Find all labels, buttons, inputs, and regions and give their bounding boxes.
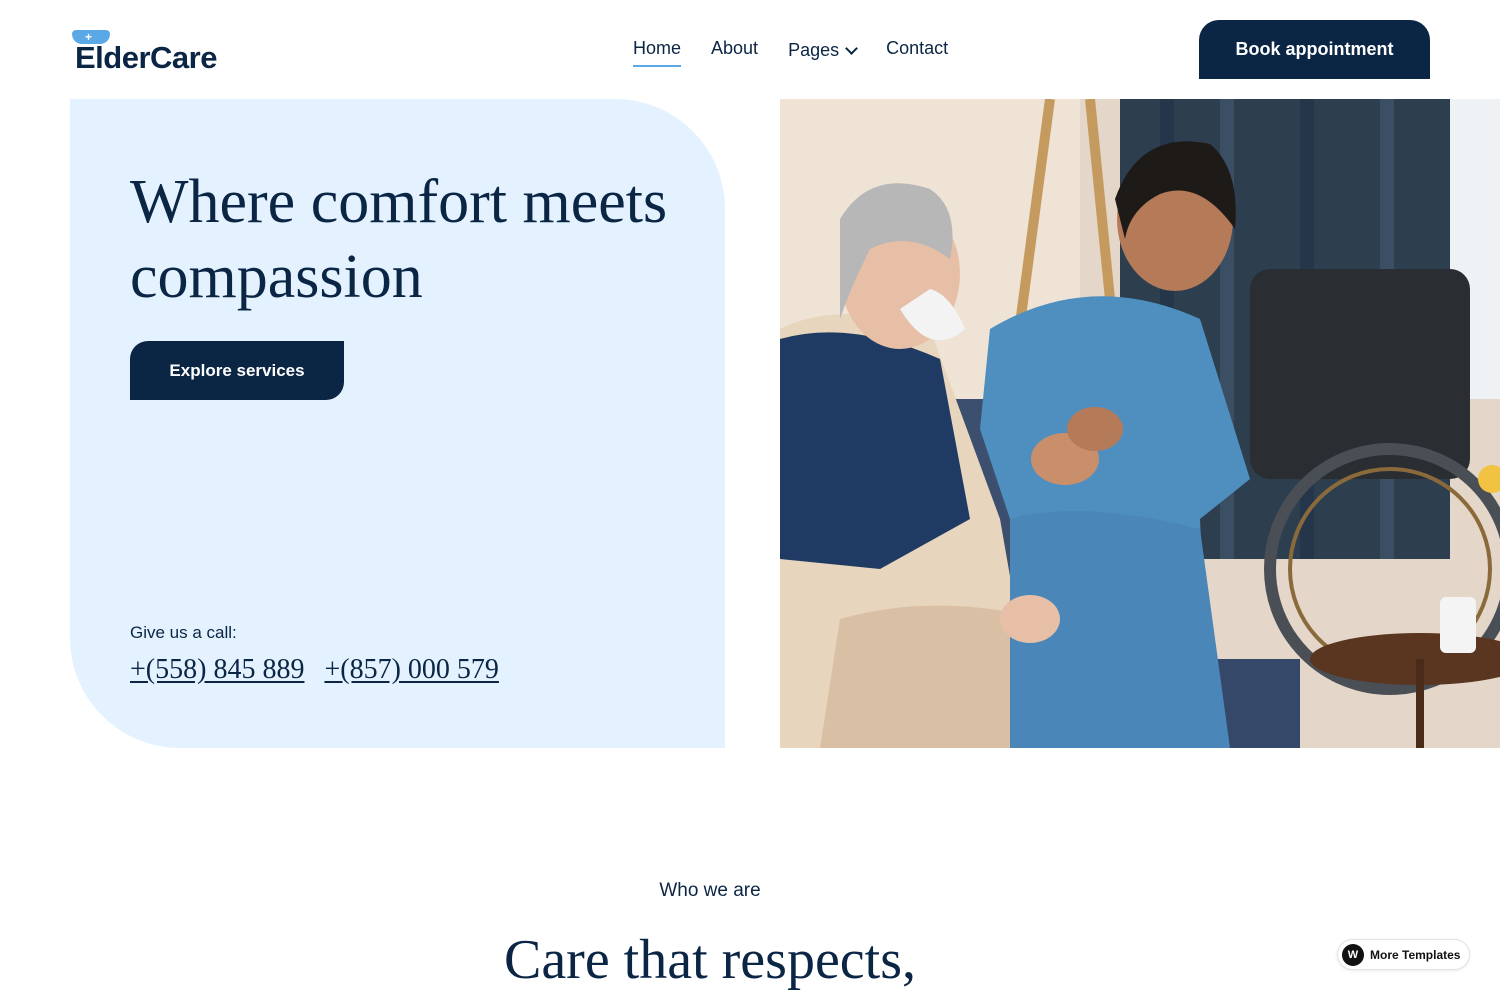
explore-services-button[interactable]: Explore services — [130, 341, 344, 400]
hero-image — [780, 99, 1500, 748]
section-eyebrow: Who we are — [659, 880, 761, 901]
site-header: + ElderCare Home About Pages Contact Boo… — [0, 0, 1500, 98]
phone-link-1[interactable]: +(558) 845 889 — [130, 654, 304, 686]
logo-text: ElderCare — [75, 40, 217, 75]
main-nav: Home About Pages Contact — [633, 36, 948, 70]
nav-item-contact[interactable]: Contact — [886, 36, 948, 65]
call-label: Give us a call: — [130, 623, 237, 642]
nav-item-home[interactable]: Home — [633, 36, 682, 67]
chevron-down-icon — [845, 41, 858, 55]
nav-item-pages[interactable]: Pages — [788, 38, 858, 67]
more-templates-badge[interactable]: W More Templates — [1337, 939, 1470, 970]
more-templates-label: More Templates — [1370, 947, 1461, 962]
caregiver-with-senior-photo — [780, 99, 1500, 748]
nav-item-pages-label: Pages — [788, 40, 840, 60]
phone-list: +(558) 845 889 +(857) 000 579 — [130, 654, 499, 686]
book-appointment-button[interactable]: Book appointment — [1199, 20, 1430, 79]
logo[interactable]: + ElderCare — [72, 28, 232, 76]
nav-item-about[interactable]: About — [711, 36, 758, 65]
hero-title: Where comfort meets compassion — [130, 168, 668, 311]
webflow-icon: W — [1342, 943, 1364, 966]
hero-panel: Where comfort meets compassion Explore s… — [70, 99, 725, 748]
section-title: Care that respects, — [503, 929, 917, 991]
phone-link-2[interactable]: +(857) 000 579 — [324, 654, 498, 686]
